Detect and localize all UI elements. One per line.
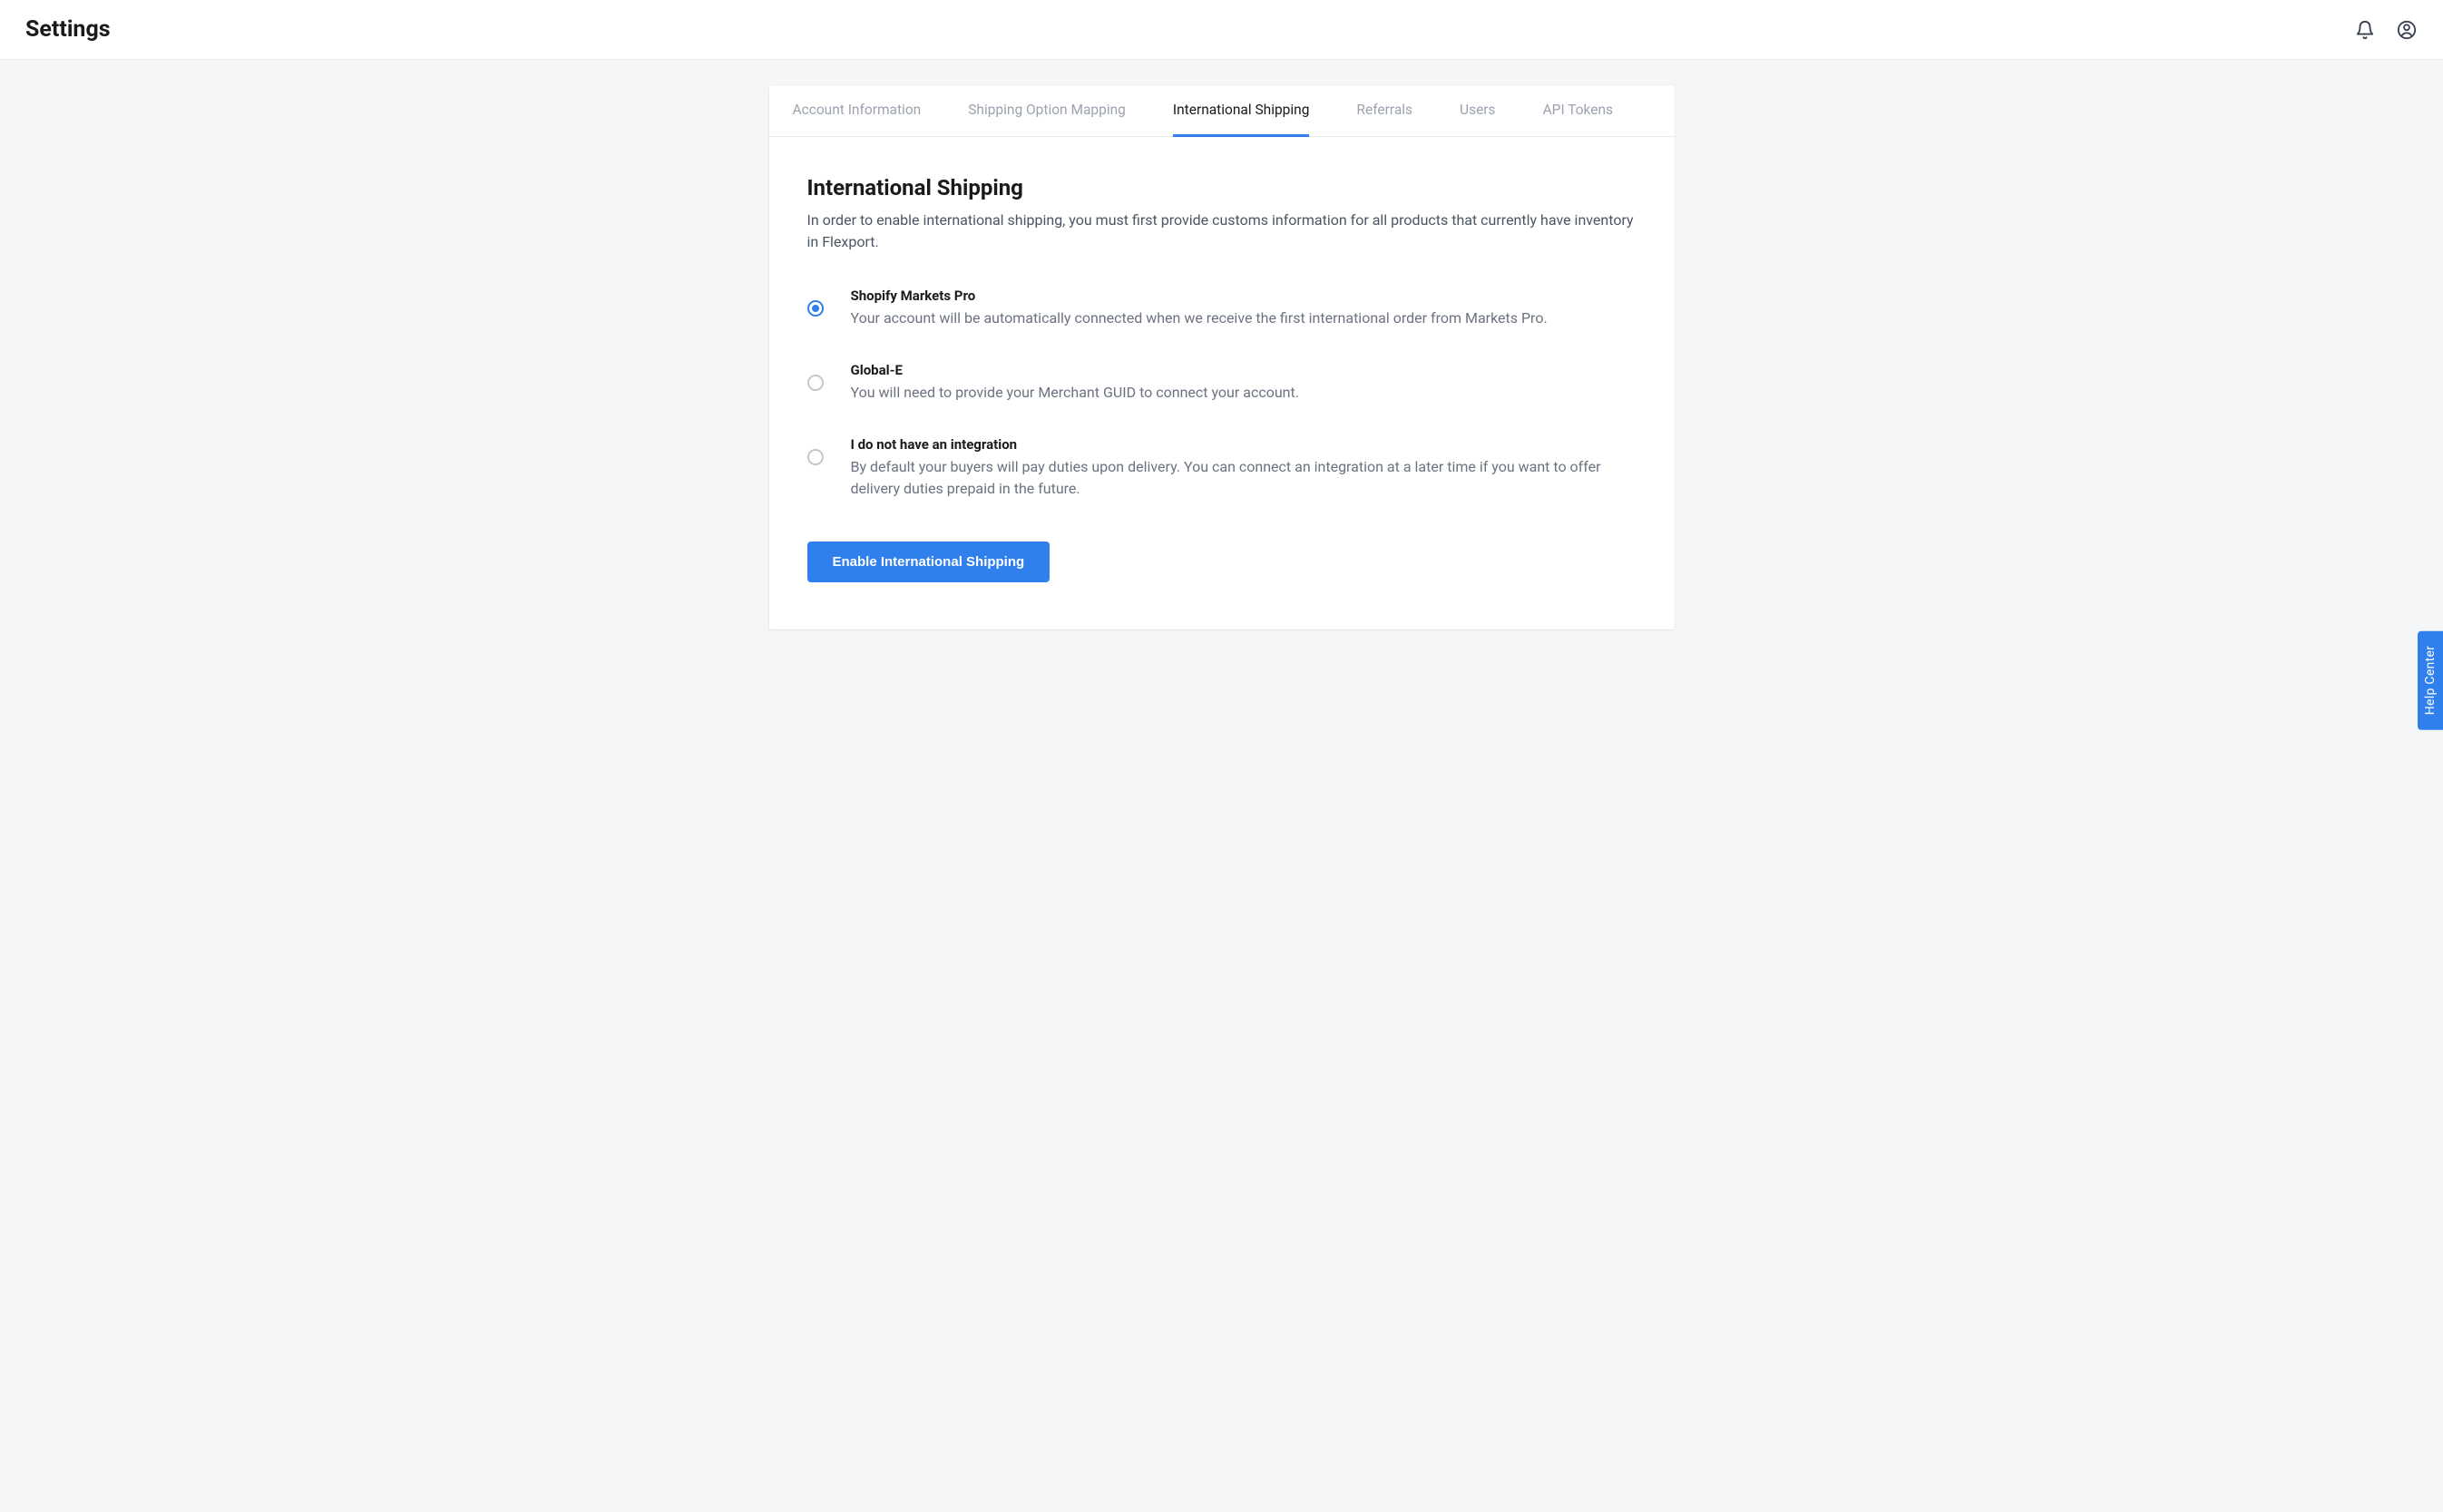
radio-circle [807,300,824,317]
radio-option-shopify-markets-pro: Shopify Markets Pro Your account will be… [807,288,1637,329]
radio-input[interactable] [807,449,824,465]
help-center-tab[interactable]: Help Center [2418,631,2443,729]
radio-title: Shopify Markets Pro [851,288,1637,304]
help-center-label: Help Center [2423,646,2438,715]
radio-title: Global-E [851,362,1637,378]
radio-option-no-integration: I do not have an integration By default … [807,436,1637,500]
radio-description: Your account will be automatically conne… [851,307,1637,329]
radio-body: Global-E You will need to provide your M… [851,362,1637,404]
page-title: Settings [25,16,111,43]
radio-description: By default your buyers will pay duties u… [851,456,1637,500]
radio-input[interactable] [807,375,824,391]
radio-title: I do not have an integration [851,436,1637,453]
radio-body: I do not have an integration By default … [851,436,1637,500]
settings-card: Account Information Shipping Option Mapp… [769,85,1675,629]
radio-circle [807,449,824,465]
tab-shipping-option-mapping[interactable]: Shipping Option Mapping [968,85,1126,137]
top-bar: Settings [0,0,2443,60]
radio-dot [812,305,819,312]
notifications-icon[interactable] [2354,19,2376,41]
tab-international-shipping[interactable]: International Shipping [1173,85,1310,137]
tab-content: International Shipping In order to enabl… [769,137,1675,629]
radio-input[interactable] [807,300,824,317]
top-icons [2354,19,2418,41]
radio-option-global-e: Global-E You will need to provide your M… [807,362,1637,404]
radio-description: You will need to provide your Merchant G… [851,382,1637,404]
section-description: In order to enable international shippin… [807,210,1637,253]
tab-users[interactable]: Users [1460,85,1496,137]
radio-circle [807,375,824,391]
enable-international-shipping-button[interactable]: Enable International Shipping [807,541,1050,582]
tab-account-information[interactable]: Account Information [793,85,922,137]
tab-api-tokens[interactable]: API Tokens [1543,85,1613,137]
main-wrapper: Account Information Shipping Option Mapp… [751,85,1693,629]
tabs: Account Information Shipping Option Mapp… [769,85,1675,137]
account-icon[interactable] [2396,19,2418,41]
radio-body: Shopify Markets Pro Your account will be… [851,288,1637,329]
tab-referrals[interactable]: Referrals [1356,85,1412,137]
section-title: International Shipping [807,175,1637,200]
